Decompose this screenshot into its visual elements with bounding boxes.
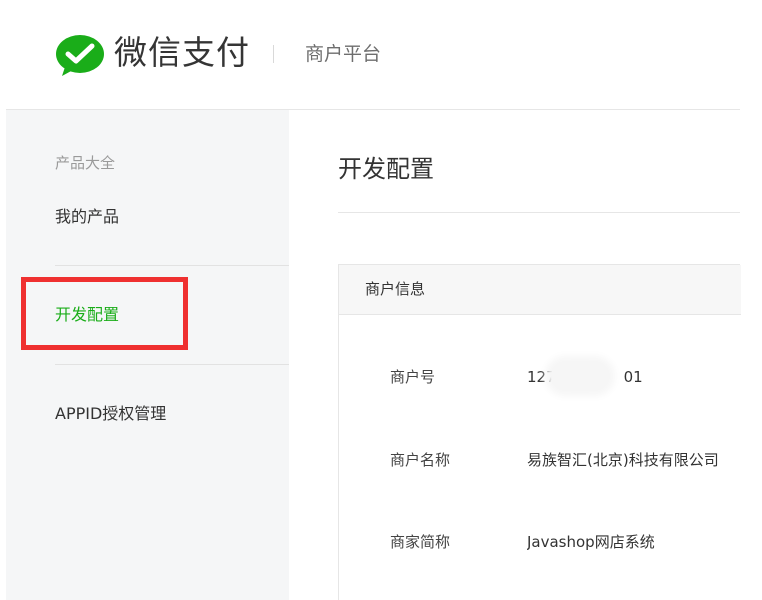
annotation-highlight-box [21,277,188,350]
header-divider [273,45,274,63]
sidebar-divider [55,364,289,365]
merchant-name-value: 易族智汇(北京)科技有限公司 [527,451,719,469]
sidebar-category: 产品大全 [55,154,116,172]
merchant-short-name-label: 商家简称 [390,533,451,551]
sidebar-item-appid-auth[interactable]: APPID授权管理 [55,403,166,425]
sidebar-item-my-products[interactable]: 我的产品 [55,206,119,228]
redaction-blur [551,362,609,390]
sidebar [6,110,289,600]
page-title: 开发配置 [338,155,434,183]
panel-header: 商户信息 [339,265,741,315]
logo-text: 微信支付 [114,33,250,72]
merchant-info-panel: 商户信息 商户号 127 01 商户名称 易族智汇(北京)科技有限公司 商家简称 … [338,264,741,600]
sidebar-divider [55,265,289,266]
wechat-pay-icon [56,35,104,76]
merchant-short-name-value: Javashop网店系统 [527,533,655,551]
panel-heading: 商户信息 [365,280,426,298]
merchant-name-label: 商户名称 [390,451,451,469]
merchant-id-end: 01 [623,368,643,386]
merchant-id-label: 商户号 [390,368,436,386]
title-divider [338,212,740,213]
header: 微信支付 商户平台 [0,0,762,110]
platform-subtitle: 商户平台 [305,43,382,65]
